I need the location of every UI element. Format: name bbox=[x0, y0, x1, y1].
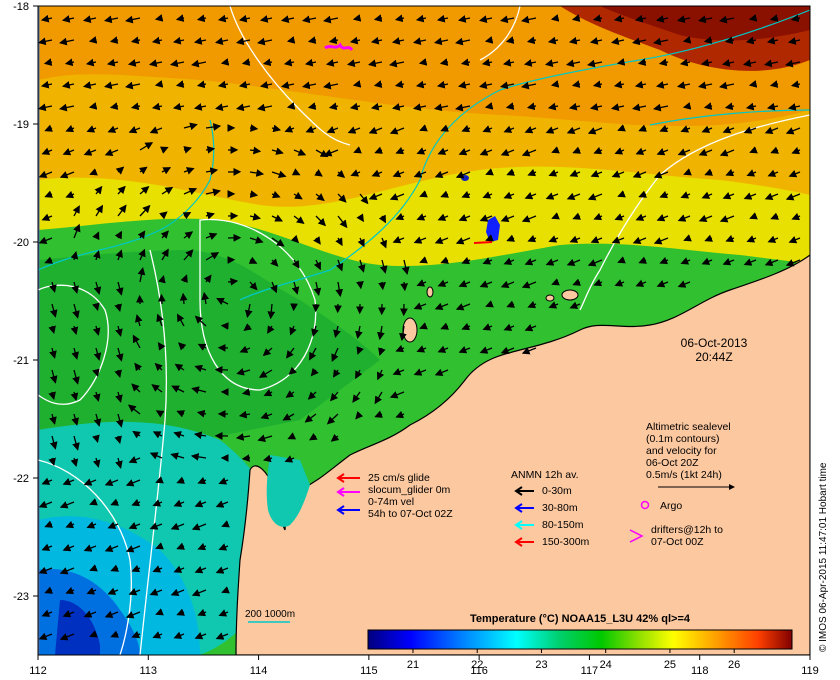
lon-tick-label: 114 bbox=[250, 665, 268, 677]
colorbar-gradient bbox=[367, 629, 793, 650]
altimetric-line-4: 06-Oct 20Z bbox=[646, 457, 699, 469]
lat-tick-label: -22 bbox=[13, 473, 29, 485]
lat-tick-label: -20 bbox=[13, 237, 29, 249]
altimetric-line-1: Altimetric sealevel bbox=[646, 421, 731, 433]
sst-map: 112 113 114 115 116 117 118 119 -18-19-20-21-22… bbox=[13, 1, 829, 677]
colorbar-title: Temperature (°C) NOAA15_L3U 42% ql>=4 bbox=[470, 613, 691, 625]
lon-tick-label: 117 bbox=[581, 665, 599, 677]
velocity-arrow bbox=[378, 281, 386, 291]
lat-tick-label: -18 bbox=[13, 1, 29, 13]
velocity-arrow bbox=[157, 293, 166, 305]
lon-tick-label: 118 bbox=[691, 665, 709, 677]
glider-line-4: 54h to 07-Oct 02Z bbox=[368, 508, 453, 520]
glider-line-3: 0-74m vel bbox=[368, 496, 414, 508]
date-label: 06-Oct-2013 bbox=[681, 336, 748, 350]
lon-tick-label: 115 bbox=[360, 665, 378, 677]
colorbar-tick-label: 23 bbox=[535, 659, 547, 671]
velocity-arrow bbox=[356, 280, 364, 290]
lon-tick-label: 112 bbox=[29, 665, 47, 677]
lat-tick-label: -19 bbox=[13, 119, 29, 131]
anmn-label: 30-80m bbox=[542, 502, 578, 514]
anmn-label: 80-150m bbox=[542, 519, 584, 531]
altimetric-line-2: (0.1m contours) bbox=[646, 433, 720, 445]
drifters-line-1: drifters@12h to bbox=[651, 524, 723, 536]
time-label: 20:44Z bbox=[695, 350, 732, 364]
lat-tick-label: -23 bbox=[13, 591, 29, 603]
colorbar-tick-label: 26 bbox=[728, 659, 740, 671]
argo-label: Argo bbox=[660, 500, 682, 512]
anmn-label: 150-300m bbox=[542, 536, 590, 548]
velocity-arrow bbox=[400, 281, 409, 292]
velocity-arrow bbox=[241, 454, 251, 462]
anmn-title: ANMN 12h av. bbox=[511, 469, 579, 481]
colorbar-tick-label: 21 bbox=[407, 659, 419, 671]
credit-text: © IMOS 06-Apr-2015 11:47:01 Hobart time bbox=[818, 462, 829, 652]
sst-field bbox=[38, 6, 810, 655]
colorbar-tick-label: 24 bbox=[600, 659, 612, 671]
colorbar-tick-label: 25 bbox=[664, 659, 676, 671]
drifters-line-2: 07-Oct 00Z bbox=[651, 536, 704, 548]
glider-line-2: slocum_glider 0m bbox=[368, 484, 451, 496]
velocity-arrow bbox=[179, 292, 188, 305]
altimetric-line-5: 0.5m/s (1kt 24h) bbox=[646, 469, 722, 481]
lon-tick-label: 119 bbox=[801, 665, 819, 677]
lat-tick-label: -21 bbox=[13, 355, 29, 367]
anmn-label: 0-30m bbox=[542, 485, 572, 497]
isobath-label: 200 1000m bbox=[245, 609, 295, 620]
glider-line-1: 25 cm/s glide bbox=[368, 472, 430, 484]
x-axis: 112 113 114 115 116 117 118 119 bbox=[29, 655, 819, 677]
colorbar-tick-label: 22 bbox=[471, 659, 483, 671]
lon-tick-label: 113 bbox=[140, 665, 158, 677]
velocity-arrow bbox=[249, 124, 259, 132]
y-axis: -18 -19 -20 -21 -22 -23 bbox=[13, 1, 38, 603]
altimetric-line-3: and velocity for bbox=[646, 445, 717, 457]
